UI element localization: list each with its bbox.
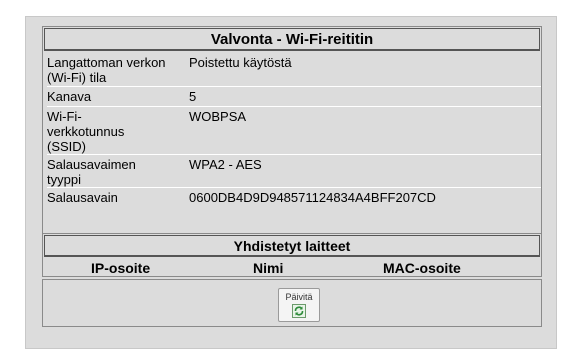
row-value: 5 [189,89,197,104]
row-value: WOBPSA [189,109,247,124]
column-mac: MAC-osoite [383,260,461,276]
row-label: Wi-Fi-verkkotunnus (SSID) [47,109,125,154]
row-label: Kanava [47,89,92,104]
panel-title: Valvonta - Wi-Fi-reititin [44,28,540,51]
row-ssid: Wi-Fi-verkkotunnus (SSID) WOBPSA [47,107,541,155]
row-value: WPA2 - AES [189,157,262,172]
row-label: Langattoman verkon (Wi-Fi) tila [47,55,166,85]
column-name: Nimi [253,260,284,276]
monitor-frame: Valvonta - Wi-Fi-reititin Langattoman ve… [25,16,557,349]
row-wifi-state: Langattoman verkon (Wi-Fi) tila Poistett… [47,53,541,87]
row-value: Poistettu käytöstä [189,55,292,70]
refresh-icon [292,304,306,323]
column-ip: IP-osoite [91,260,151,276]
row-value: 0600DB4D9D948571124834A4BFF207CD [189,190,436,205]
wifi-status-panel: Valvonta - Wi-Fi-reititin Langattoman ve… [42,26,542,234]
row-channel: Kanava 5 [47,87,541,107]
devices-title: Yhdistetyt laitteet [44,235,540,257]
connected-devices-panel: Yhdistetyt laitteet IP-osoite Nimi MAC-o… [42,233,542,277]
row-key: Salausavain 0600DB4D9D948571124834A4BFF2… [47,188,541,207]
row-label: Salausavain [47,190,118,205]
row-label: Salausavaimen tyyppi [47,157,136,187]
refresh-panel: Päivitä [42,279,542,327]
refresh-button[interactable]: Päivitä [278,288,320,322]
row-key-type: Salausavaimen tyyppi WPA2 - AES [47,155,541,188]
refresh-label: Päivitä [285,292,313,302]
